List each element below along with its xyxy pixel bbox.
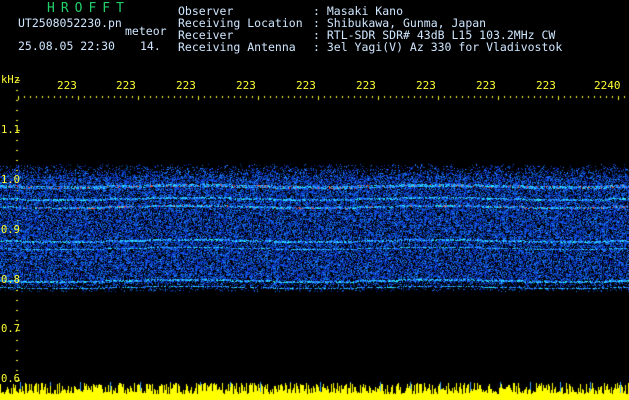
counter-label: 14. <box>140 39 161 53</box>
antenna-value: : 3el Yagi(V) Az 330 for Vladivostok <box>313 40 563 54</box>
time-tick: 223 <box>356 79 376 92</box>
freq-unit-label: kHz <box>1 74 20 86</box>
time-tick: 223 <box>416 79 436 92</box>
time-tick: 223 <box>176 79 196 92</box>
spectrogram-canvas <box>0 0 629 400</box>
time-tick: 223 <box>296 79 316 92</box>
time-tick: 223 <box>236 79 256 92</box>
freq-tick: 1.0 <box>1 174 20 186</box>
freq-tick: 0.9 <box>1 224 20 236</box>
app-title: HROFFT <box>47 1 130 16</box>
freq-tick: 0.6 <box>1 373 20 385</box>
filename-label: UT2508052230.pn <box>18 16 122 30</box>
time-tick: 223 <box>476 79 496 92</box>
freq-tick: 0.7 <box>1 323 20 335</box>
time-tick: 223 <box>116 79 136 92</box>
freq-tick: 1.1 <box>1 124 20 136</box>
mode-label: meteor <box>125 24 167 38</box>
time-tick: 223 <box>536 79 556 92</box>
time-tick: 223 <box>57 79 77 92</box>
antenna-label: Receiving Antenna <box>178 40 296 54</box>
datetime-label: 25.08.05 22:30 <box>18 39 115 53</box>
time-tick: 2240 <box>594 79 621 92</box>
freq-tick: 0.8 <box>1 274 20 286</box>
